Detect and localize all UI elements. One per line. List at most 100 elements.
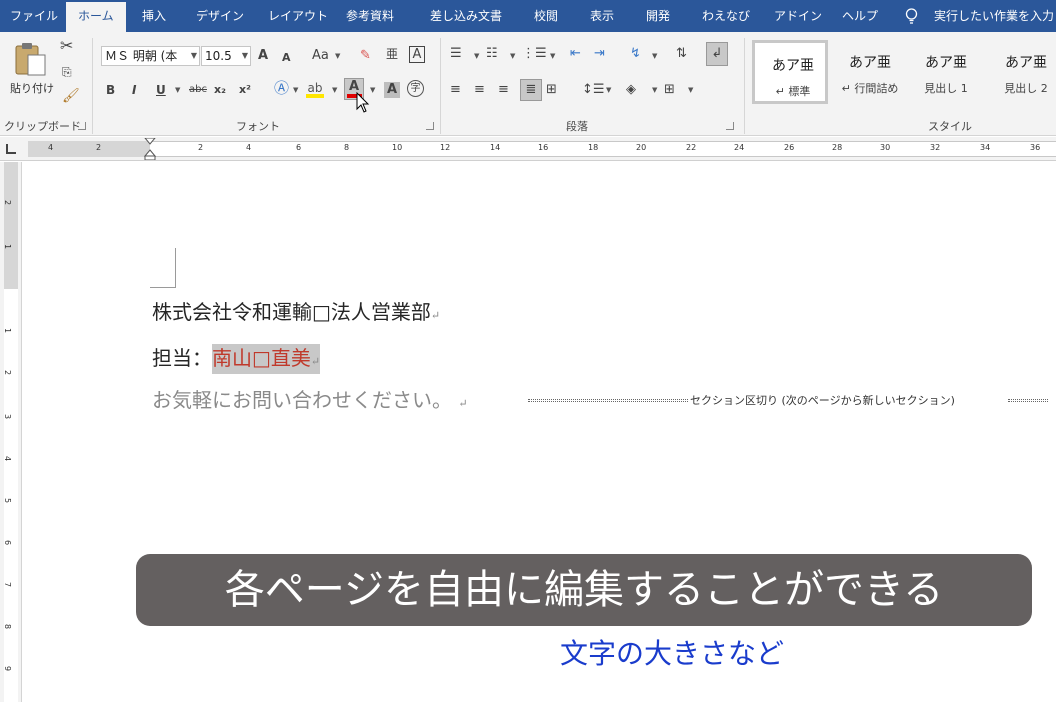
sort-icon[interactable]: ⇅	[676, 46, 687, 62]
ruler-number: 34	[980, 143, 991, 152]
style-no-spacing[interactable]: あア亜 ↵ 行間詰め	[832, 40, 908, 104]
align-center-icon[interactable]: ≡	[474, 82, 485, 98]
chevron-down-icon[interactable]: ▼	[652, 86, 657, 94]
chevron-down-icon: ▼	[241, 51, 248, 60]
vertical-ruler[interactable]: 2 1 1 2 3 4 5 6 7 8 9	[0, 162, 22, 702]
ruler-number: 9	[3, 665, 13, 672]
clipboard-launcher-icon[interactable]	[78, 122, 86, 130]
style-heading-2[interactable]: あア亜 見出し 2	[988, 40, 1056, 104]
bullets-icon[interactable]: ☰	[450, 46, 462, 62]
borders-icon[interactable]: ⊞	[664, 82, 675, 98]
ruby-icon[interactable]: 亜	[386, 46, 398, 62]
font-name-dropdown[interactable]: ＭＳ 明朝 (本 ▼	[101, 46, 200, 66]
chevron-down-icon[interactable]: ▼	[332, 86, 337, 94]
chevron-down-icon[interactable]: ▼	[550, 52, 555, 60]
company-text[interactable]: 株式会社令和運輸□法人営業部	[152, 300, 431, 324]
justify-icon[interactable]: ≣	[520, 79, 542, 101]
tell-me-search[interactable]: 実行したい作業を入力	[934, 0, 1054, 32]
underline-button[interactable]: U	[156, 82, 166, 98]
tab-references[interactable]: 参考資料	[346, 0, 394, 32]
lightbulb-icon[interactable]	[905, 8, 918, 25]
paragraph-launcher-icon[interactable]	[726, 122, 734, 130]
chevron-down-icon: ▼	[190, 51, 197, 60]
document-line-company[interactable]: 株式会社令和運輸□法人営業部↵	[152, 296, 440, 325]
paste-button-label[interactable]: 貼り付け	[10, 80, 54, 96]
line-spacing-icon[interactable]: ↕☰	[582, 82, 605, 98]
tab-design[interactable]: デザイン	[196, 0, 244, 32]
ruler-number: 28	[832, 143, 843, 152]
tab-layout[interactable]: レイアウト	[268, 0, 328, 32]
char-spacing-icon[interactable]: ↯	[630, 46, 641, 62]
tab-home[interactable]: ホーム	[66, 2, 126, 32]
align-right-icon[interactable]: ≡	[498, 82, 509, 98]
show-marks-icon[interactable]: ↲	[706, 42, 728, 66]
chevron-down-icon[interactable]: ▼	[606, 86, 611, 94]
cut-icon[interactable]: ✂	[60, 38, 73, 54]
ruler-number: 6	[296, 143, 302, 152]
tab-waenavi[interactable]: わえなび	[702, 0, 750, 32]
chevron-down-icon[interactable]: ▼	[293, 86, 298, 94]
copy-icon[interactable]: ⎘	[62, 64, 72, 80]
font-launcher-icon[interactable]	[426, 122, 434, 130]
section-break: セクション区切り (次のページから新しいセクション)	[528, 392, 1048, 408]
style-heading-1[interactable]: あア亜 見出し 1	[908, 40, 984, 104]
superscript-button[interactable]: x²	[239, 82, 251, 98]
chevron-down-icon[interactable]: ▼	[175, 86, 180, 94]
document-line-inquiry[interactable]: お気軽にお問い合わせください。 ↵	[152, 384, 468, 413]
strikethrough-button[interactable]: abc	[189, 82, 207, 98]
font-size-dropdown[interactable]: 10.5 ▼	[201, 46, 251, 66]
char-shading-icon[interactable]: A	[384, 82, 400, 98]
ruler-margin	[28, 141, 150, 157]
decrease-indent-icon[interactable]: ⇤	[570, 46, 581, 62]
italic-button[interactable]: I	[132, 82, 136, 98]
chevron-down-icon[interactable]: ▼	[652, 52, 657, 60]
tab-help[interactable]: ヘルプ	[842, 0, 878, 32]
shrink-font-icon[interactable]: A	[282, 50, 291, 66]
style-name: ↵ 標準	[775, 85, 811, 98]
ruler-number: 30	[880, 143, 891, 152]
tab-selector-icon[interactable]	[6, 144, 16, 154]
ruler-number: 4	[3, 455, 13, 462]
chevron-down-icon[interactable]: ▼	[510, 52, 515, 60]
multilevel-list-icon[interactable]: ⋮☰	[522, 46, 547, 62]
highlighter-icon[interactable]: ab	[306, 80, 324, 98]
style-sample: あア亜	[849, 55, 891, 71]
style-normal[interactable]: あア亜 ↵ 標準	[752, 40, 828, 104]
chevron-down-icon[interactable]: ▼	[474, 52, 479, 60]
format-painter-icon[interactable]: 🖌	[62, 88, 80, 104]
enclose-char-icon[interactable]: 字	[407, 80, 424, 97]
tab-mailings[interactable]: 差し込み文書	[430, 0, 502, 32]
increase-indent-icon[interactable]: ⇥	[594, 46, 605, 62]
clear-format-icon[interactable]: ✎	[360, 48, 371, 64]
chevron-down-icon[interactable]: ▼	[335, 52, 340, 60]
indent-marker-icon[interactable]	[144, 138, 156, 160]
distributed-icon[interactable]: ⊞	[546, 82, 557, 98]
char-border-icon[interactable]: A	[409, 46, 425, 63]
numbering-icon[interactable]: ☷	[486, 46, 498, 62]
chevron-down-icon[interactable]: ▼	[688, 86, 693, 94]
tab-file[interactable]: ファイル	[10, 0, 58, 32]
tab-addins[interactable]: アドイン	[774, 0, 822, 32]
chevron-down-icon[interactable]: ▼	[370, 86, 375, 94]
bold-button[interactable]: B	[106, 82, 115, 98]
paste-icon[interactable]	[14, 41, 48, 77]
tab-view[interactable]: 表示	[590, 0, 614, 32]
horizontal-ruler[interactable]: 4 2 2 4 6 8 10 12 14 16 18 20 22 24 26 2…	[0, 137, 1056, 161]
contact-label[interactable]: 担当：	[152, 346, 212, 370]
font-group-label: フォント	[236, 120, 280, 133]
subscript-button[interactable]: x₂	[214, 82, 226, 98]
tab-review[interactable]: 校閲	[534, 0, 558, 32]
inquiry-text[interactable]: お気軽にお問い合わせください。	[152, 388, 452, 412]
tab-developer[interactable]: 開発	[646, 0, 670, 32]
document-line-contact[interactable]: 担当：南山□直美↵	[152, 342, 321, 374]
tab-insert[interactable]: 挿入	[142, 0, 166, 32]
contact-name-selected[interactable]: 南山□直美↵	[212, 344, 321, 374]
shading-bucket-icon[interactable]: ◈	[626, 82, 636, 98]
change-case-icon[interactable]: Aa	[312, 48, 329, 64]
align-left-icon[interactable]: ≡	[450, 82, 461, 98]
text-effects-icon[interactable]: Ⓐ	[274, 80, 289, 96]
ruler-number: 18	[588, 143, 599, 152]
grow-font-icon[interactable]: A	[258, 48, 268, 64]
ruler-number: 1	[3, 243, 13, 250]
ruler-number: 2	[3, 369, 13, 376]
